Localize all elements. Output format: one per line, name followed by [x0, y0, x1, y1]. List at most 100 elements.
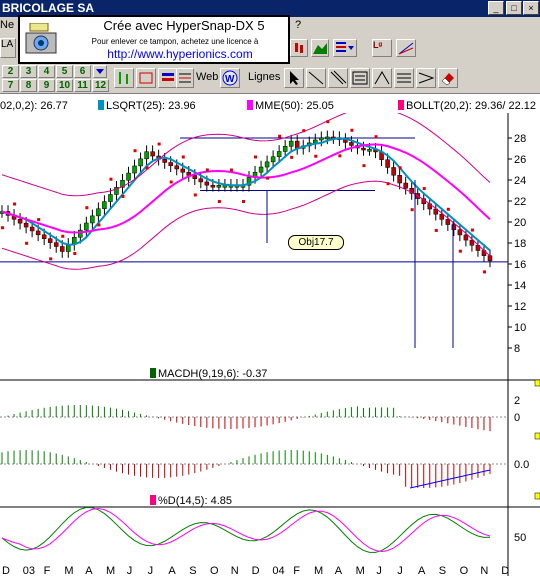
- sar-dot: [109, 177, 113, 181]
- sar-dot: [386, 182, 390, 186]
- period-button-8[interactable]: 8: [20, 79, 37, 92]
- candle-body: [216, 185, 222, 188]
- fibonacci-tool-icon[interactable]: [372, 68, 392, 88]
- x-axis-label: M: [64, 565, 73, 576]
- sar-dot: [434, 228, 438, 232]
- stoch-swatch: [150, 495, 156, 505]
- sar-dot: [278, 134, 282, 138]
- candle-body: [168, 162, 173, 166]
- period-button-3[interactable]: 3: [20, 65, 37, 78]
- x-axis-label: 03: [23, 565, 35, 576]
- close-button[interactable]: ×: [523, 1, 539, 15]
- arrow-tool-icon[interactable]: [416, 68, 436, 88]
- x-axis-label: A: [168, 565, 176, 576]
- sar-dot: [181, 155, 185, 159]
- x-axis-label: M: [106, 565, 115, 576]
- lines-label: Lignes: [248, 71, 281, 83]
- menu-item-help[interactable]: ?: [295, 19, 301, 31]
- chart-area[interactable]: 282624222018161412108200.050D 03 F M A M J J A S O…: [0, 113, 540, 576]
- candle-body: [180, 168, 185, 173]
- period-button-9[interactable]: 9: [38, 79, 55, 92]
- sar-dot: [1, 226, 4, 230]
- sar-dot: [193, 193, 197, 197]
- grid-tool-icon[interactable]: [176, 68, 194, 88]
- candle-body: [41, 234, 47, 239]
- period-button-10[interactable]: 10: [56, 79, 73, 92]
- minimize-button[interactable]: _: [488, 1, 504, 15]
- price-tick-label: 22: [514, 196, 526, 208]
- period-button-11[interactable]: 11: [74, 79, 91, 92]
- price-tick-label: 20: [514, 217, 526, 229]
- sar-dot: [121, 194, 125, 198]
- stamp-url-link[interactable]: http://www.hyperionics.com: [70, 47, 290, 61]
- hypersnap-stamp: Crée avec HyperSnap-DX 5 Pour enlever ce…: [18, 15, 290, 64]
- bollt-swatch: [398, 100, 404, 110]
- sar-dot: [350, 128, 354, 132]
- legend-item-0: 02,0,2): 26.77: [0, 100, 68, 112]
- menu-item-new[interactable]: Ne: [0, 19, 14, 31]
- histogram-tool-icon[interactable]: [158, 68, 178, 88]
- candle-body: [451, 224, 457, 230]
- period-button-2[interactable]: 2: [2, 65, 19, 78]
- mountain-chart-icon[interactable]: [311, 39, 329, 57]
- candle-body: [126, 172, 131, 181]
- sar-dot: [410, 208, 414, 212]
- price-tick-label: 10: [514, 322, 526, 334]
- price-tick-label: 18: [514, 238, 526, 250]
- toolbar-la-button[interactable]: LA: [0, 38, 16, 58]
- x-axis-label: D: [501, 565, 509, 576]
- candle-body: [361, 147, 366, 151]
- x-axis-label: A: [418, 565, 426, 576]
- bar-chart-tool-icon[interactable]: [114, 68, 134, 88]
- x-axis-label: J: [148, 565, 154, 576]
- parallel-lines-tool-icon[interactable]: [328, 68, 348, 88]
- sar-dot: [157, 142, 161, 146]
- sar-dot: [422, 187, 426, 191]
- sar-dot: [229, 168, 233, 172]
- candle-body: [90, 215, 95, 224]
- horizontal-lines-tool-icon[interactable]: [394, 68, 414, 88]
- sar-dot: [482, 270, 486, 274]
- x-axis-label: A: [335, 565, 343, 576]
- candle-body: [385, 159, 390, 168]
- period-button-4[interactable]: 4: [38, 65, 55, 78]
- sar-dot: [85, 206, 89, 210]
- web-label[interactable]: Web: [196, 71, 218, 83]
- pointer-tool-icon[interactable]: [284, 68, 304, 88]
- period-button-7[interactable]: 7: [2, 79, 19, 92]
- macd-swatch: [150, 368, 156, 378]
- candle-body: [367, 149, 372, 152]
- price-tick-label: 8: [514, 343, 520, 355]
- x-axis-label: S: [439, 565, 446, 576]
- sar-dot: [37, 218, 41, 222]
- period-dropdown-icon[interactable]: [93, 65, 107, 78]
- candle-body: [319, 137, 324, 141]
- line-chart-tool-icon[interactable]: [136, 68, 156, 88]
- stoch-tick-label: 50: [514, 532, 526, 544]
- sar-dot: [446, 207, 450, 211]
- x-axis-label: O: [460, 565, 469, 576]
- period-button-5[interactable]: 5: [56, 65, 73, 78]
- panel-marker: [534, 379, 540, 387]
- candle-body: [144, 151, 149, 160]
- maximize-button[interactable]: □: [506, 1, 522, 15]
- sar-dot: [97, 223, 101, 227]
- x-axis-label: F: [44, 565, 51, 576]
- period-button-12[interactable]: 12: [92, 79, 109, 92]
- log-scale-icon[interactable]: Lᵍ: [372, 39, 392, 57]
- sar-dot: [49, 257, 53, 261]
- fibonacci-fan-icon[interactable]: [396, 39, 416, 57]
- text-tool-icon[interactable]: [350, 68, 370, 88]
- period-button-6[interactable]: 6: [74, 65, 91, 78]
- sar-dot: [254, 155, 258, 159]
- candle-chart-icon[interactable]: [290, 39, 308, 57]
- eraser-tool-icon[interactable]: [438, 68, 458, 88]
- x-axis-label: N: [231, 565, 239, 576]
- legend-mme-text: MME(50): 25.05: [255, 100, 334, 112]
- x-axis-label: A: [85, 565, 93, 576]
- web-icon[interactable]: W: [220, 68, 240, 88]
- candle-body: [258, 166, 264, 173]
- trendline-tool-icon[interactable]: [306, 68, 326, 88]
- stoch-k-line: [1, 506, 491, 553]
- indicator-dropdown-icon[interactable]: [333, 39, 357, 57]
